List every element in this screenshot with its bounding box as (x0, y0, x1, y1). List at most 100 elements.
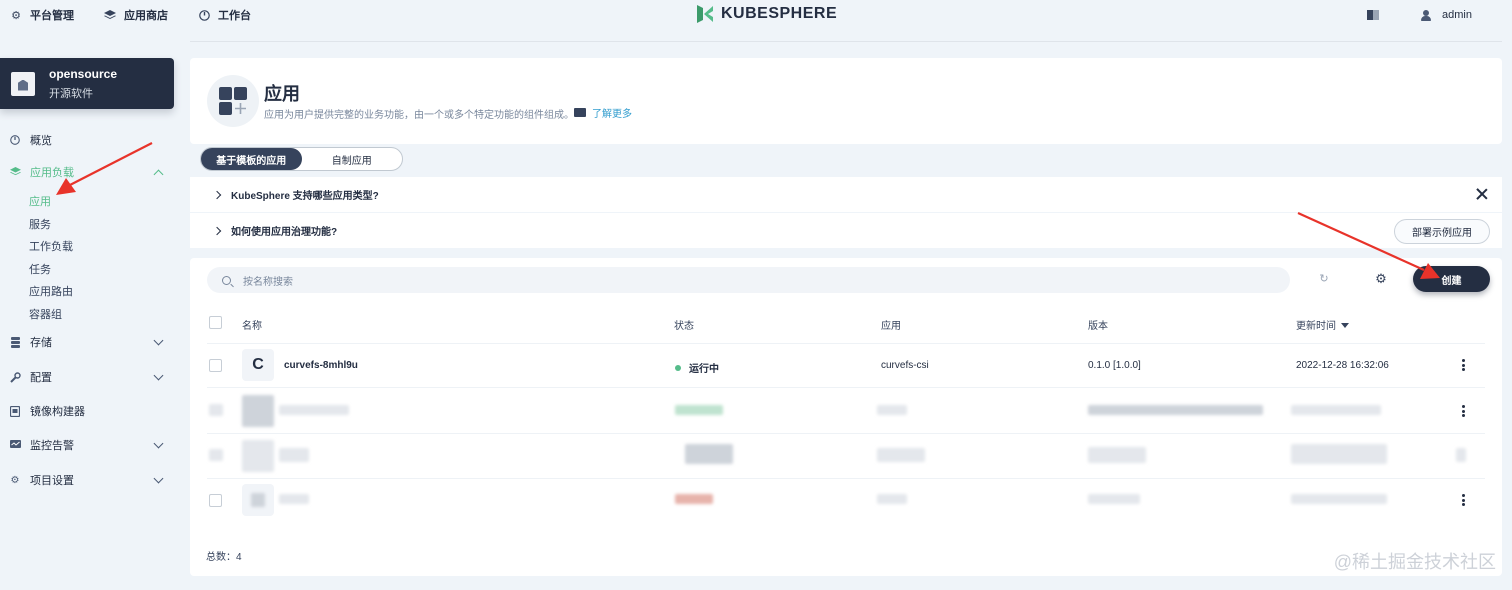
sidebar-item-label: 配置 (30, 372, 52, 384)
sidebar-subitem-workloads[interactable]: 工作负载 (29, 238, 73, 254)
redacted-text (1088, 494, 1140, 504)
sidebar-subitem-pods[interactable]: 容器组 (29, 306, 62, 322)
redacted-text (877, 494, 907, 504)
search-icon (222, 275, 231, 285)
watermark: @稀土掘金技术社区 (1333, 552, 1496, 572)
sidebar-subitem-ingress[interactable]: 应用路由 (29, 283, 73, 299)
dashboard-icon (9, 134, 21, 146)
sidebar-item-label: 存储 (30, 337, 52, 349)
redacted-text (877, 448, 925, 462)
sidebar-item-label: 应用负载 (30, 167, 74, 179)
sidebar-subitem-services[interactable]: 服务 (29, 216, 51, 232)
user-menu[interactable]: admin (1421, 9, 1472, 21)
redacted-text (1456, 448, 1466, 462)
book-icon[interactable] (1367, 10, 1380, 20)
more-icon[interactable] (1462, 494, 1466, 506)
column-header-status: 状态 (674, 321, 694, 332)
divider (190, 41, 1502, 42)
sidebar-item-workloads[interactable]: 应用负载 (0, 162, 174, 182)
row-checkbox[interactable] (209, 359, 222, 372)
redacted-text (1291, 494, 1387, 504)
dashboard-icon (198, 9, 210, 21)
app-template: curvefs-csi (881, 360, 929, 371)
sidebar-item-label: 项目设置 (30, 475, 74, 487)
faq-item[interactable]: 如何使用应用治理功能? 部署示例应用 (190, 213, 1502, 248)
app-avatar (242, 395, 274, 427)
status-dot-icon (675, 365, 681, 371)
redacted-text (1291, 405, 1381, 415)
sidebar-item-config[interactable]: 配置 (0, 367, 174, 387)
sidebar-item-image-builder[interactable]: 镜像构建器 (0, 401, 174, 421)
status-badge: 运行中 (675, 360, 719, 375)
chevron-up-icon (153, 169, 164, 180)
learn-more-label: 了解更多 (592, 109, 632, 120)
faq-question: KubeSphere 支持哪些应用类型? (231, 191, 379, 202)
refresh-icon[interactable]: ↻ (1318, 272, 1330, 285)
sidebar-item-label: 镜像构建器 (30, 406, 85, 418)
column-header-name: 名称 (242, 321, 262, 332)
redacted-text (685, 444, 733, 464)
total-count: 总数：4 (206, 552, 242, 563)
more-icon[interactable] (1462, 359, 1466, 371)
row-checkbox[interactable] (209, 494, 222, 507)
kubesphere-logo[interactable]: KUBESPHERE (695, 4, 837, 24)
redacted-text (675, 494, 713, 504)
tab-template-apps[interactable]: 基于模板的应用 (201, 148, 302, 170)
chevron-down-icon (153, 473, 164, 484)
status-text: 运行中 (689, 364, 719, 375)
chevron-down-icon (153, 370, 164, 381)
workspace-icon (11, 71, 35, 96)
select-all-checkbox[interactable] (209, 316, 222, 329)
topnav-label: 平台管理 (30, 10, 74, 22)
learn-more-link[interactable]: 了解更多 (574, 105, 632, 120)
column-header-app: 应用 (881, 321, 901, 332)
layers-icon (9, 166, 21, 178)
redacted-text (279, 405, 349, 415)
sidebar-item-monitoring[interactable]: 监控告警 (0, 435, 174, 455)
sidebar-subitem-jobs[interactable]: 任务 (29, 261, 51, 277)
topnav-app-store[interactable]: 应用商店 (104, 7, 168, 23)
wrench-icon (9, 371, 21, 383)
create-button[interactable]: 创建 (1413, 266, 1490, 292)
search-input[interactable]: 按名称搜索 (207, 267, 1290, 293)
redacted-text (675, 405, 723, 415)
page-description: 应用为用户提供完整的业务功能，由一个或多个特定功能的组件组成。 (264, 110, 574, 121)
sidebar-item-project-settings[interactable]: ⚙ 项目设置 (0, 470, 174, 490)
top-nav: ⚙ 平台管理 应用商店 工作台 (0, 7, 281, 23)
close-icon[interactable] (1476, 188, 1488, 200)
column-header-updated[interactable]: 更新时间 (1296, 317, 1349, 332)
sidebar-subitem-apps[interactable]: 应用 (29, 193, 51, 209)
divider (207, 478, 1485, 479)
chevron-down-icon (153, 335, 164, 346)
kubesphere-logo-icon (697, 5, 713, 23)
updated-time: 2022-12-28 16:32:06 (1296, 360, 1389, 371)
user-name: admin (1442, 9, 1472, 21)
sidebar-item-label: 概览 (30, 135, 52, 147)
column-header-version: 版本 (1088, 321, 1108, 332)
topnav-label: 应用商店 (124, 10, 168, 22)
gear-icon[interactable]: ⚙ (1374, 271, 1388, 286)
redacted-text (1291, 444, 1387, 464)
user-icon (1421, 9, 1432, 21)
sidebar-item-overview[interactable]: 概览 (0, 130, 174, 150)
workspace-card[interactable]: opensource 开源软件 (0, 58, 174, 109)
faq-item[interactable]: KubeSphere 支持哪些应用类型? (190, 177, 1502, 212)
gear-icon: ⚙ (11, 9, 21, 22)
app-avatar: C (242, 349, 274, 381)
topnav-platform[interactable]: ⚙ 平台管理 (10, 7, 74, 23)
chevron-down-icon (153, 438, 164, 449)
more-icon[interactable] (1462, 405, 1466, 417)
sidebar-item-storage[interactable]: 存储 (0, 332, 174, 352)
tab-composed-apps[interactable]: 自制应用 (302, 148, 403, 170)
app-name-link[interactable]: curvefs-8mhl9u (284, 360, 358, 371)
row-checkbox[interactable] (209, 449, 223, 461)
divider (207, 387, 1485, 388)
topnav-workbench[interactable]: 工作台 (198, 7, 251, 23)
page-banner: 应用 应用为用户提供完整的业务功能，由一个或多个特定功能的组件组成。 了解更多 (190, 58, 1502, 144)
top-right: admin (1367, 0, 1512, 30)
app-version: 0.1.0 [1.0.0] (1088, 360, 1141, 371)
row-checkbox[interactable] (209, 404, 223, 416)
deploy-sample-app-button[interactable]: 部署示例应用 (1394, 219, 1490, 244)
apps-icon (207, 75, 259, 127)
database-icon (9, 336, 21, 348)
